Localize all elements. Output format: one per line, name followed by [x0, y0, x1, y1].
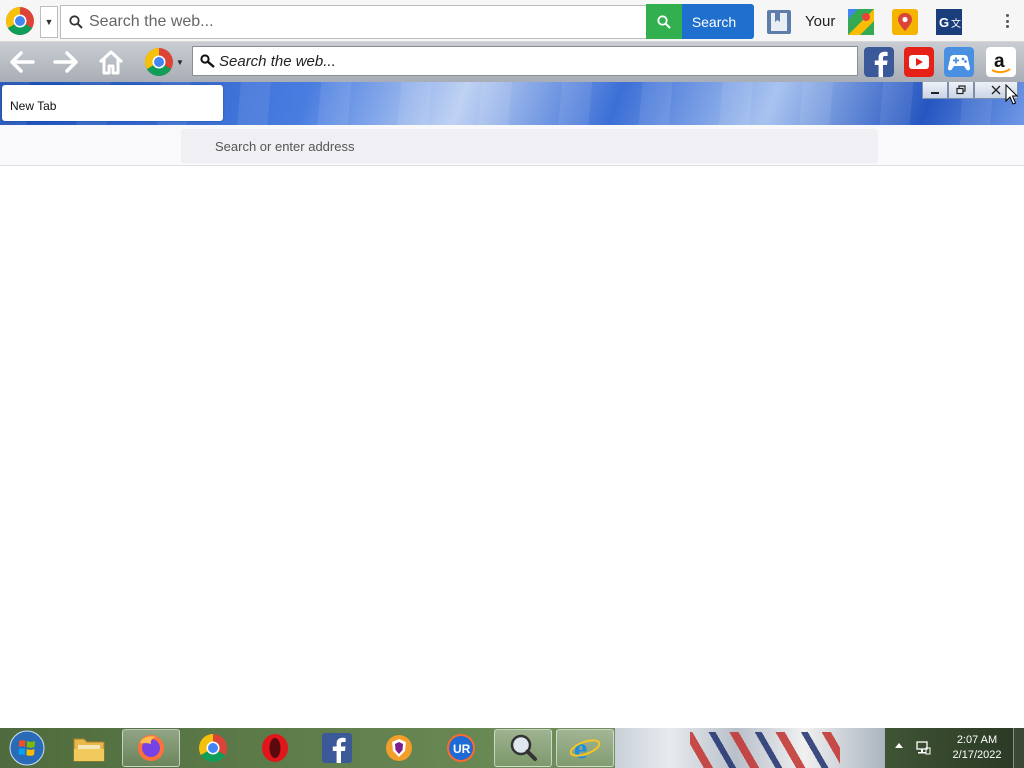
- chrome-taskbar-icon: [199, 734, 227, 762]
- bookmark-icon[interactable]: [766, 9, 792, 35]
- taskbar-facebook[interactable]: [308, 729, 366, 767]
- taskbar-opera[interactable]: [246, 729, 304, 767]
- games-icon[interactable]: [944, 47, 974, 77]
- mouse-cursor-icon: [1005, 84, 1018, 105]
- chrome-menu-button[interactable]: ▼: [140, 46, 188, 78]
- show-hidden-icons-icon[interactable]: [895, 743, 903, 748]
- page-content: [0, 166, 1024, 728]
- ur-browser-icon: UR: [447, 734, 475, 762]
- browser-window: ▼ Search Your: [0, 0, 1024, 768]
- key-search-icon: [200, 54, 215, 68]
- dropdown-icon[interactable]: ▼: [40, 6, 58, 38]
- search-button-icon: [646, 14, 682, 29]
- facebook-taskbar-icon: [322, 733, 352, 763]
- maps-pin-icon[interactable]: [892, 9, 918, 35]
- restore-button[interactable]: [948, 82, 974, 99]
- restore-icon: [956, 85, 966, 95]
- wallpaper-strip: [615, 728, 885, 768]
- network-icon[interactable]: [915, 740, 931, 756]
- navigation-toolbar: ▼ a: [0, 42, 1024, 82]
- address-input[interactable]: [215, 137, 855, 155]
- windows-logo-icon: [9, 730, 45, 766]
- clock-time: 2:07 AM: [956, 734, 998, 746]
- tab-new-tab[interactable]: New Tab: [2, 85, 223, 121]
- taskbar-ur-browser[interactable]: UR: [432, 729, 490, 767]
- opera-icon: [262, 734, 288, 762]
- svg-text:e: e: [574, 733, 587, 763]
- home-icon[interactable]: [95, 46, 127, 78]
- google-maps-icon[interactable]: [848, 9, 874, 35]
- taskbar: UR e 2:07 AM 2/17/2022: [0, 728, 1024, 768]
- nav-search-input[interactable]: [219, 50, 849, 72]
- chrome-logo-icon[interactable]: [5, 6, 35, 36]
- youtube-icon[interactable]: [904, 47, 934, 77]
- show-desktop-button[interactable]: [1013, 728, 1024, 768]
- facebook-icon[interactable]: [864, 47, 894, 77]
- firefox-icon: [138, 735, 164, 761]
- taskbar-firefox[interactable]: [122, 729, 180, 767]
- brave-icon: [386, 735, 412, 761]
- google-translate-icon[interactable]: G 文: [936, 9, 962, 35]
- search-button[interactable]: Search: [646, 4, 754, 39]
- top-search-input[interactable]: [89, 10, 639, 34]
- address-bar[interactable]: [181, 129, 878, 163]
- svg-text:a: a: [994, 51, 1005, 72]
- top-search-toolbar: ▼ Search Your: [0, 0, 1024, 42]
- clock[interactable]: 2:07 AM 2/17/2022: [937, 733, 1017, 763]
- amazon-icon[interactable]: a: [986, 47, 1016, 77]
- nav-search-field[interactable]: [192, 46, 858, 76]
- back-icon[interactable]: [6, 46, 38, 78]
- clock-date: 2/17/2022: [952, 749, 1002, 761]
- your-link[interactable]: Your: [805, 13, 835, 30]
- top-search-field[interactable]: [60, 5, 648, 39]
- minimize-button[interactable]: [922, 82, 948, 99]
- more-menu-icon[interactable]: [1000, 11, 1014, 31]
- minimize-icon: [931, 92, 939, 94]
- taskbar-chrome[interactable]: [184, 729, 242, 767]
- window-controls: [922, 82, 1018, 99]
- taskbar-magnifier[interactable]: [494, 729, 552, 767]
- address-toolbar: [0, 125, 1024, 166]
- chrome-icon: [145, 48, 174, 76]
- start-button[interactable]: [4, 729, 50, 767]
- forward-icon[interactable]: [50, 46, 82, 78]
- taskbar-file-explorer[interactable]: [60, 729, 118, 767]
- tab-strip: New Tab: [0, 82, 1024, 125]
- search-button-label: Search: [691, 13, 737, 30]
- svg-text:文: 文: [951, 17, 961, 30]
- chevron-down-icon: ▼: [176, 57, 184, 67]
- folder-icon: [73, 738, 105, 762]
- tab-label: New Tab: [10, 99, 57, 113]
- system-tray: 2:07 AM 2/17/2022: [885, 728, 1024, 768]
- internet-explorer-icon: e: [569, 733, 601, 763]
- magnifier-icon: [510, 734, 537, 761]
- svg-text:UR: UR: [453, 742, 471, 756]
- close-icon: [991, 85, 1001, 95]
- search-icon: [69, 15, 83, 29]
- taskbar-brave[interactable]: [370, 729, 428, 767]
- svg-text:G: G: [939, 15, 949, 30]
- taskbar-internet-explorer[interactable]: e: [556, 729, 614, 767]
